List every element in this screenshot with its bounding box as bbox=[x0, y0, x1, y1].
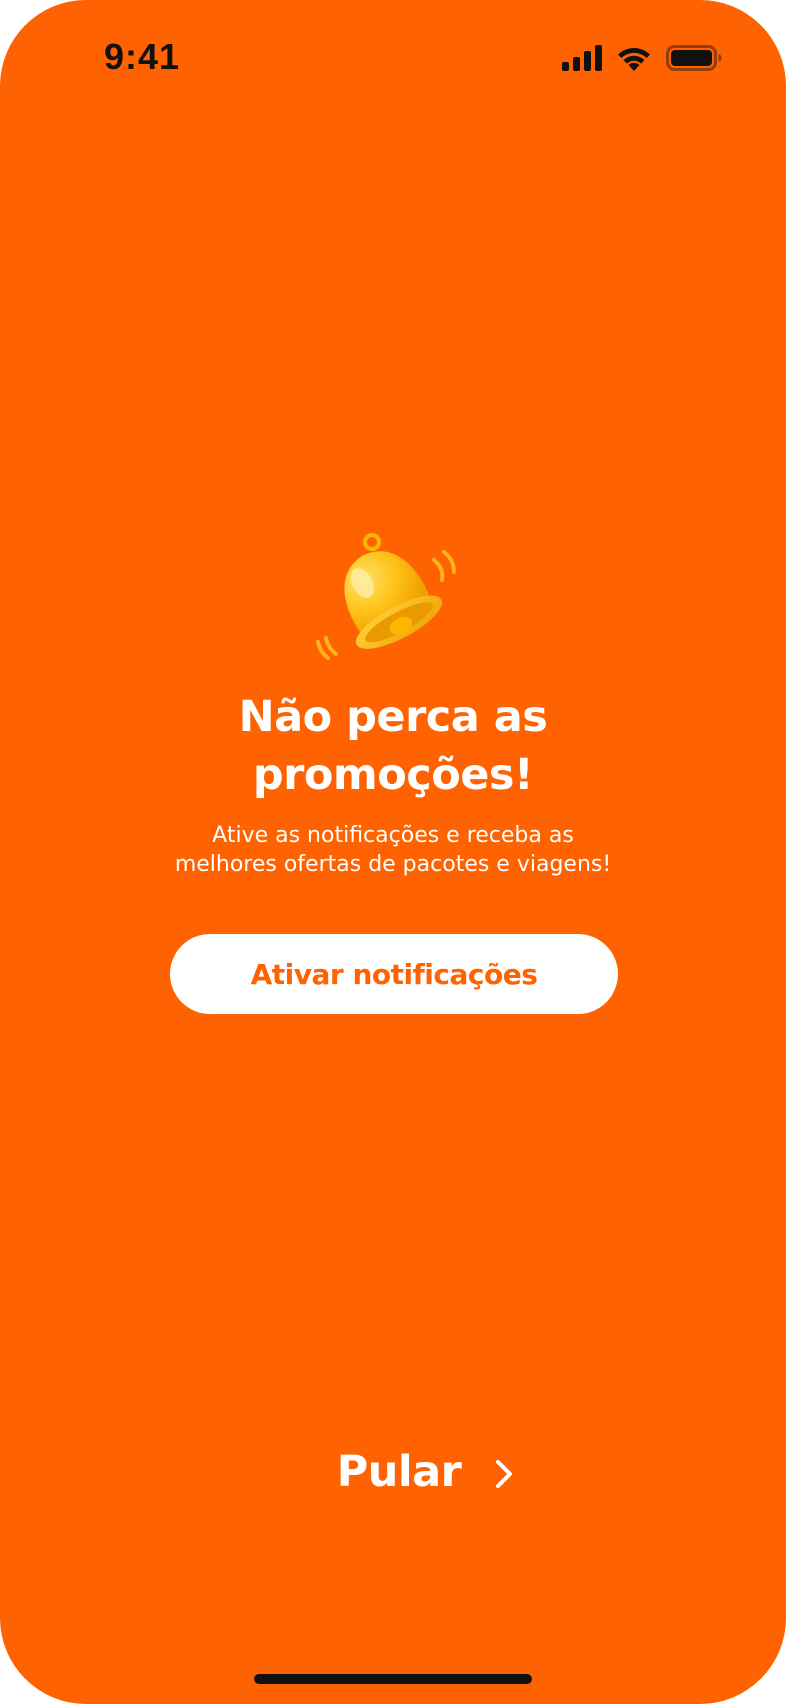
subtitle-line-2: melhores ofertas de pacotes e viagens! bbox=[174, 852, 612, 877]
cellular-signal-icon bbox=[562, 45, 602, 71]
page-subtitle: Ative as notificações e receba as melhor… bbox=[0, 821, 786, 879]
title-line-2: promoções! bbox=[252, 750, 534, 800]
battery-icon bbox=[666, 45, 722, 71]
subtitle-line-1: Ative as notificações e receba as bbox=[212, 823, 574, 848]
status-time: 9:41 bbox=[104, 36, 181, 77]
screen: 9:41 Não perca as promoções! Ative as no… bbox=[0, 0, 786, 1704]
home-indicator[interactable] bbox=[254, 1674, 532, 1684]
skip-button[interactable]: Pular bbox=[0, 1440, 786, 1504]
skip-label: Pular bbox=[336, 1447, 462, 1497]
enable-notifications-button[interactable]: Ativar notificações bbox=[170, 934, 618, 1014]
bell-icon bbox=[316, 533, 456, 660]
page-title: Não perca as promoções! bbox=[0, 688, 786, 804]
status-icons bbox=[562, 42, 722, 74]
title-line-1: Não perca as bbox=[238, 692, 548, 742]
chevron-right-icon bbox=[496, 1460, 513, 1488]
wifi-icon bbox=[618, 48, 650, 71]
